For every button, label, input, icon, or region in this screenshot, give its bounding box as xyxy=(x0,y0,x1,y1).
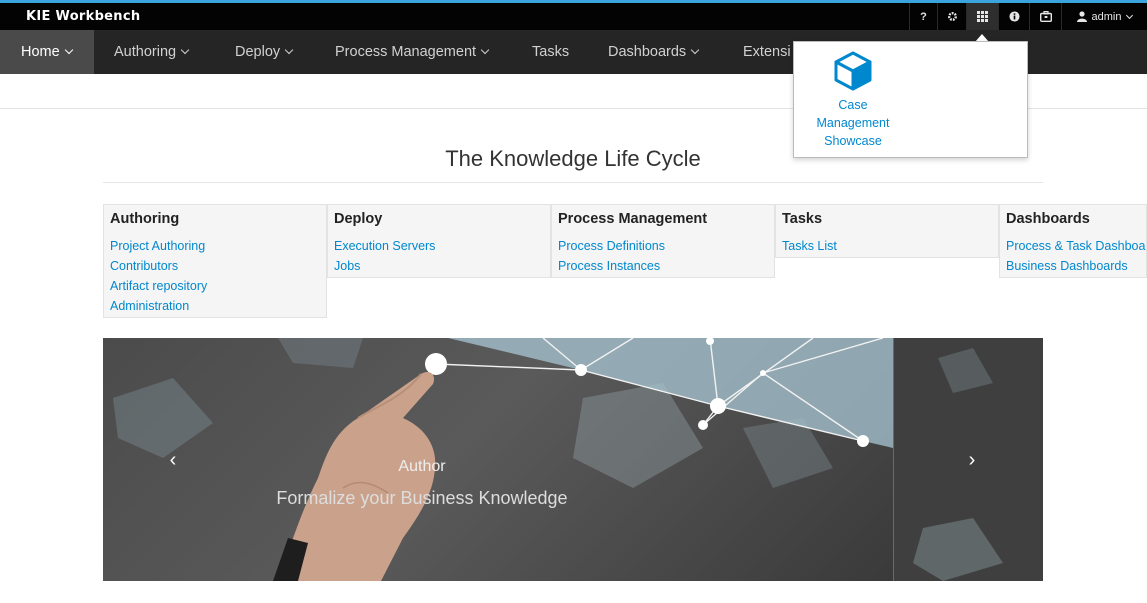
help-button[interactable]: ? xyxy=(909,3,937,30)
carousel-caption-text: Formalize your Business Knowledge xyxy=(276,488,568,508)
nav-process-management[interactable]: Process Management xyxy=(335,30,490,74)
brand-title[interactable]: KIE Workbench xyxy=(26,9,140,24)
apps-grid-icon xyxy=(977,11,988,22)
nav-home-label: Home xyxy=(21,44,60,60)
link-process-instances[interactable]: Process Instances xyxy=(558,256,768,276)
chevron-down-icon xyxy=(690,45,700,55)
nav-tasks-label: Tasks xyxy=(532,44,570,60)
nav-dashboards[interactable]: Dashboards xyxy=(608,30,700,74)
nav-extensions-label: Extensi xyxy=(743,44,791,60)
chevron-right-icon: › xyxy=(968,448,976,471)
user-menu[interactable]: admin xyxy=(1061,3,1147,30)
info-icon xyxy=(1008,11,1020,22)
column-heading: Dashboards xyxy=(1006,211,1090,227)
app-case-management-showcase[interactable]: Case Management Showcase xyxy=(808,50,898,150)
briefcase-icon xyxy=(1039,11,1052,22)
apps-menu: Case Management Showcase xyxy=(793,41,1028,158)
chevron-down-icon xyxy=(1126,11,1134,19)
link-artifact-repository[interactable]: Artifact repository xyxy=(110,276,320,296)
carousel-prev-button[interactable]: ‹ xyxy=(161,448,185,472)
column-deploy: Deploy Execution Servers Jobs xyxy=(327,204,551,278)
chevron-down-icon xyxy=(480,45,490,55)
briefcase-button[interactable] xyxy=(1029,3,1061,30)
column-dashboards: Dashboards Process & Task Dashboard Busi… xyxy=(999,204,1147,278)
chevron-left-icon: ‹ xyxy=(169,448,177,471)
column-heading: Tasks xyxy=(782,211,823,227)
help-icon: ? xyxy=(920,10,927,23)
column-authoring: Authoring Project Authoring Contributors… xyxy=(103,204,327,318)
nav-authoring[interactable]: Authoring xyxy=(114,30,190,74)
column-heading: Authoring xyxy=(110,211,180,227)
link-execution-servers[interactable]: Execution Servers xyxy=(334,236,544,256)
link-jobs[interactable]: Jobs xyxy=(334,256,544,276)
settings-button[interactable] xyxy=(937,3,966,30)
link-project-authoring[interactable]: Project Authoring xyxy=(110,236,320,256)
link-tasks-list[interactable]: Tasks List xyxy=(782,236,992,256)
chevron-down-icon xyxy=(180,45,190,55)
app-label: Case Management Showcase xyxy=(816,98,890,148)
info-button[interactable] xyxy=(998,3,1029,30)
apps-launcher-button[interactable] xyxy=(966,3,998,30)
chevron-down-icon xyxy=(284,45,294,55)
nav-home[interactable]: Home xyxy=(0,30,94,74)
column-process-management: Process Management Process Definitions P… xyxy=(551,204,775,278)
title-divider xyxy=(103,182,1043,183)
column-tasks: Tasks Tasks List xyxy=(775,204,999,258)
carousel-caption-title: Author xyxy=(398,458,446,475)
hero-carousel: Author Formalize your Business Knowledge… xyxy=(103,338,1043,581)
utility-header: KIE Workbench ? admin xyxy=(0,3,1147,30)
nav-tasks[interactable]: Tasks xyxy=(532,30,569,74)
user-name: admin xyxy=(1091,10,1122,23)
nav-authoring-label: Authoring xyxy=(114,44,177,60)
link-business-dashboards[interactable]: Business Dashboards xyxy=(1006,256,1140,276)
nav-dashboards-label: Dashboards xyxy=(608,44,687,60)
nav-extensions[interactable]: Extensi xyxy=(743,30,791,74)
link-contributors[interactable]: Contributors xyxy=(110,256,320,276)
link-process-definitions[interactable]: Process Definitions xyxy=(558,236,768,256)
gear-icon xyxy=(947,12,957,21)
link-process-task-dashboard[interactable]: Process & Task Dashboard xyxy=(1006,236,1146,256)
column-heading: Process Management xyxy=(558,211,708,227)
cube-icon xyxy=(834,51,872,91)
chevron-down-icon xyxy=(64,45,73,55)
column-heading: Deploy xyxy=(334,211,383,227)
nav-deploy[interactable]: Deploy xyxy=(235,30,294,74)
network-illustration xyxy=(113,338,1003,581)
nav-process-management-label: Process Management xyxy=(335,44,477,60)
user-icon xyxy=(1076,11,1087,22)
nav-deploy-label: Deploy xyxy=(235,44,281,60)
link-administration[interactable]: Administration xyxy=(110,296,320,316)
carousel-next-button[interactable]: › xyxy=(960,448,984,472)
